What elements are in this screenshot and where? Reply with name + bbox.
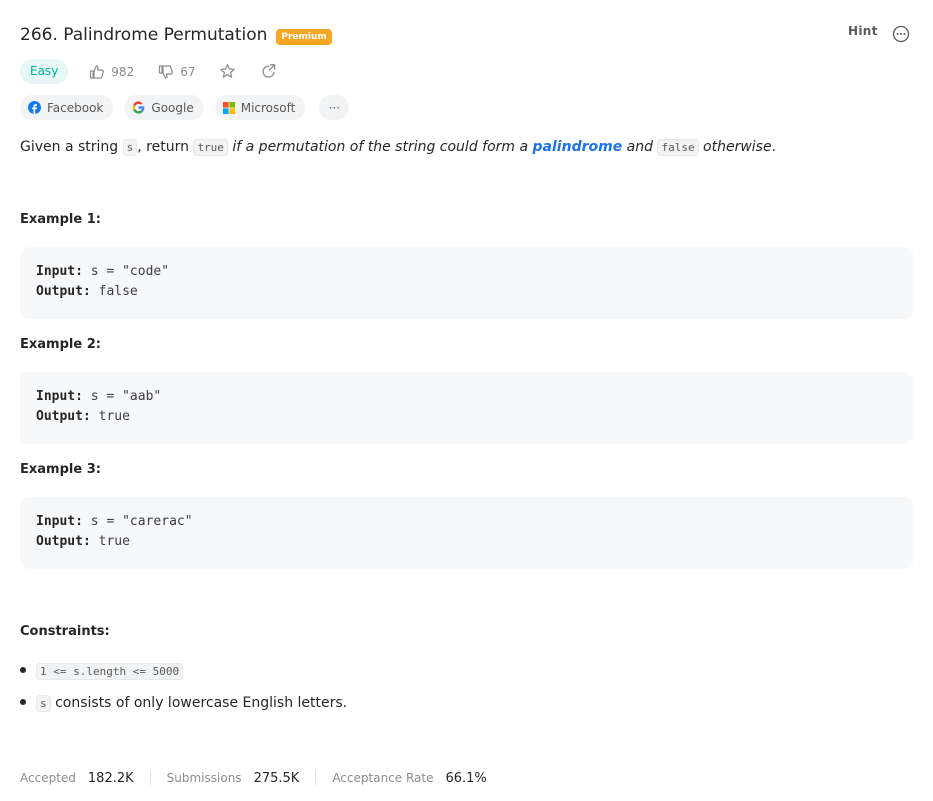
problem-description: Given a string s, return true if a permu… [20,136,776,159]
input-label: Input: [36,389,83,404]
acceptance-rate-value: 66.1% [445,770,487,786]
microsoft-icon [222,101,235,114]
desc-text: otherwise [698,139,772,155]
example-block: Input: s = "carerac" Output: true [20,497,913,569]
favorite-button[interactable] [219,63,236,80]
problem-title: 266. Palindrome Permutation [20,25,268,45]
more-options-button[interactable] [892,25,910,47]
company-name: Microsoft [240,100,296,115]
inline-code: true [193,139,228,156]
example-block: Input: s = "aab" Output: true [20,372,913,444]
input-label: Input: [36,514,83,529]
output-value: true [98,534,130,549]
google-icon [132,101,145,114]
inline-code: s [36,695,51,712]
example-title: Example 2: [20,337,101,352]
constraints-list: 1 <= s.length <= 5000 s consists of only… [20,660,347,724]
inline-code: s [122,139,138,156]
inline-code: 1 <= s.length <= 5000 [36,663,184,680]
company-tag-google[interactable]: Google [124,95,204,120]
output-label: Output: [36,409,91,424]
facebook-icon [28,101,41,114]
example-title: Example 3: [20,462,101,477]
output-value: true [98,409,130,424]
constraint-item: s consists of only lowercase English let… [20,692,347,714]
company-name: Facebook [47,100,104,115]
output-label: Output: [36,284,91,299]
output-label: Output: [36,534,91,549]
constraint-text: consists of only lowercase English lette… [50,695,348,711]
constraints-title: Constraints: [20,624,110,639]
example-title: Example 1: [20,212,101,227]
ellipsis-icon: ··· [328,100,341,115]
more-companies-button[interactable]: ··· [319,95,350,120]
palindrome-link[interactable]: palindrome [533,139,623,155]
thumbs-up-icon [90,64,105,79]
star-icon [220,63,236,78]
submission-stats: Accepted 182.2K Submissions 275.5K Accep… [20,768,487,788]
inline-code: false [657,139,699,156]
submissions-value: 275.5K [253,770,300,786]
example-block: Input: s = "code" Output: false [20,247,913,319]
dislike-count: 67 [180,64,196,79]
desc-text: . [771,139,777,155]
desc-text: and [622,139,658,155]
divider [149,771,151,785]
meta-row: Easy 982 67 [20,59,277,84]
acceptance-rate-label: Acceptance Rate [332,771,434,785]
input-value: s = "carerac" [90,514,193,529]
like-count: 982 [111,64,135,79]
constraint-item: 1 <= s.length <= 5000 [20,660,347,682]
accepted-label: Accepted [20,771,76,785]
input-value: s = "code" [90,264,170,279]
company-tag-facebook[interactable]: Facebook [20,95,114,120]
desc-text: , return [137,139,194,155]
premium-badge: Premium [276,29,332,45]
desc-text: if a permutation of the string could for… [227,139,533,155]
like-button[interactable]: 982 [89,64,134,80]
accepted-value: 182.2K [87,770,134,786]
difficulty-badge: Easy [20,59,69,84]
share-icon [262,64,276,78]
ellipsis-circle-icon [892,25,910,43]
dislike-button[interactable]: 67 [158,64,195,80]
share-button[interactable] [260,63,277,80]
input-value: s = "aab" [90,389,162,404]
output-value: false [98,284,138,299]
hint-label: Hint [848,24,878,38]
input-label: Input: [36,264,83,279]
company-tag-microsoft[interactable]: Microsoft [214,95,306,120]
desc-text: Given a string [20,139,123,155]
company-tags: Facebook Google Microsoft ··· [20,95,350,120]
title-row: 266. Palindrome Permutation Premium [20,22,332,48]
submissions-label: Submissions [166,771,242,785]
divider [315,771,317,785]
company-name: Google [151,100,194,115]
hint-button[interactable]: Hint [848,24,878,38]
thumbs-down-icon [159,64,174,79]
